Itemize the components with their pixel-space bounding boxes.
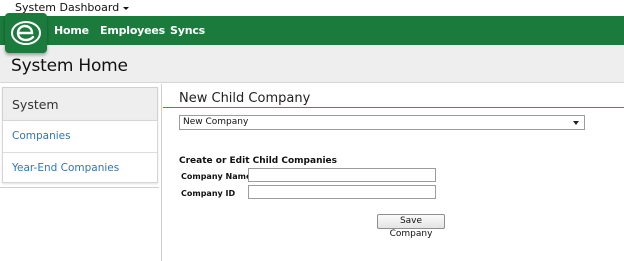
nav-employees[interactable]: Employees [100, 16, 165, 45]
company-name-label: Company Name [181, 172, 252, 181]
sidebar-menu: Companies Year-End Companies [2, 120, 158, 183]
company-logo-icon[interactable] [5, 13, 47, 53]
company-select-value: New Company [183, 117, 249, 127]
company-name-field[interactable] [248, 168, 436, 182]
section-title: New Child Company [179, 91, 311, 106]
sidebar-heading-label: System [12, 97, 59, 112]
save-company-button[interactable]: Save Company [377, 214, 445, 239]
section-divider [163, 107, 624, 108]
page-title: System Home [11, 56, 128, 76]
caret-down-icon [573, 121, 579, 125]
main-content: New Child Company New Company Create or … [163, 84, 624, 261]
sidebar-item-year-end-companies[interactable]: Year-End Companies [12, 162, 119, 174]
form-heading: Create or Edit Child Companies [179, 156, 338, 166]
top-utility-bar: System Dashboard [0, 0, 624, 16]
sidebar-heading: System [2, 87, 158, 120]
caret-down-icon [123, 6, 130, 10]
page-title-bar: System Home [0, 45, 624, 83]
main-navbar [0, 16, 624, 45]
sidebar-bottom-divider [0, 187, 159, 188]
company-id-field[interactable] [248, 185, 436, 199]
company-select[interactable]: New Company [179, 115, 585, 130]
nav-home[interactable]: Home [54, 16, 89, 45]
company-id-label: Company ID [181, 189, 236, 198]
nav-syncs[interactable]: Syncs [170, 16, 205, 45]
sidebar-item-companies[interactable]: Companies [12, 130, 71, 142]
sidebar-divider [3, 152, 157, 153]
sidebar: System Companies Year-End Companies [0, 84, 162, 261]
